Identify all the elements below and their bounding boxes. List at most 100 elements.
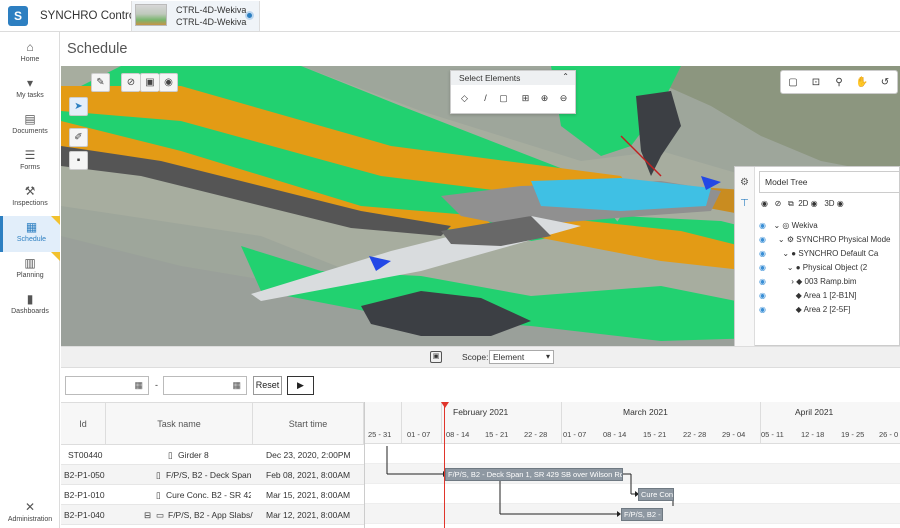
- app-title: SYNCHRO Control: [40, 10, 138, 22]
- hide-icon[interactable]: ⊘: [121, 73, 140, 92]
- project-tab[interactable]: CTRL-4D-Wekiva CTRL-4D-Wekiva: [131, 1, 260, 31]
- point-select-icon[interactable]: ◇: [457, 91, 472, 106]
- chart-icon: ▮: [26, 292, 34, 306]
- nav-item-administration[interactable]: ✕ Administration: [0, 496, 60, 528]
- scope-select[interactable]: Element: [489, 350, 554, 364]
- table-row[interactable]: B2-P1-040 ⊟ ▭ F/P/S, B2 - App Slabs/B Ma…: [61, 505, 364, 525]
- zoom-icon[interactable]: ⚲: [831, 75, 847, 91]
- eye-icon[interactable]: ◉: [759, 289, 769, 303]
- tree-toolbar: ◉ ⊘ ⧉ 2D ◉ 3D ◉: [761, 199, 844, 209]
- scope-bar: ▣ Scope: Element: [61, 346, 900, 368]
- nav-label: Planning: [16, 272, 44, 279]
- eye-3d-icon[interactable]: ◉: [837, 199, 844, 208]
- fit-view-icon[interactable]: ▢: [785, 75, 801, 91]
- left-nav: ⌂ Home ▾ My tasks ▤ Documents ☰ Forms ⚒ …: [0, 32, 60, 528]
- calendar-icon: ▥: [24, 256, 36, 270]
- nav-item-dashboards[interactable]: ▮ Dashboards: [0, 288, 60, 324]
- tree-row[interactable]: ◉ ◆ Area 2 [2-5F]: [759, 303, 900, 317]
- tree-row[interactable]: ◉ ⌄ ⚙ SYNCHRO Physical Mode: [759, 233, 900, 247]
- zoom-window-icon[interactable]: ⊡: [808, 75, 824, 91]
- nav-item-documents[interactable]: ▤ Documents: [0, 108, 60, 144]
- cell-task-name: F/P/S, B2 - Deck Span 1: [166, 470, 251, 480]
- eye-icon[interactable]: ◉: [759, 303, 769, 317]
- nav-item-planning[interactable]: ▥ Planning: [0, 252, 60, 288]
- nav-item-my-tasks[interactable]: ▾ My tasks: [0, 72, 60, 108]
- today-marker-icon: [441, 402, 449, 408]
- model-viewer[interactable]: ✎ ⊘ ▣ ◉ ➤ ✐ ▪ Select Elements ⌃ ◇ / ▢ ⊞ …: [61, 66, 900, 346]
- collapse-icon[interactable]: ⌃: [562, 72, 569, 81]
- measure-icon[interactable]: ✐: [69, 128, 88, 147]
- calendar-icon[interactable]: ▦: [232, 380, 241, 391]
- toggle-3d[interactable]: 3D: [824, 199, 834, 208]
- scope-label: Scope:: [462, 352, 489, 362]
- nav-item-schedule[interactable]: ▦ Schedule: [0, 216, 60, 252]
- gantt-chart[interactable]: February 2021 March 2021 April 2021 25 -…: [364, 402, 900, 528]
- eye-2d-icon[interactable]: ◉: [811, 199, 818, 208]
- add-select-icon[interactable]: ⊕: [537, 91, 552, 106]
- remove-select-icon[interactable]: ⊖: [556, 91, 571, 106]
- cell-id: ST00440: [68, 450, 103, 460]
- line-select-icon[interactable]: /: [478, 91, 493, 106]
- home-icon: ⌂: [26, 40, 34, 54]
- tree-row[interactable]: ◉ › ◆ 003 Ramp.bim: [759, 275, 900, 289]
- cell-start-time: Feb 08, 2021, 8:00AM: [266, 470, 351, 480]
- tree-row[interactable]: ◉ ⌄ ● Physical Object (2: [759, 261, 900, 275]
- reset-button[interactable]: Reset: [253, 376, 282, 395]
- nav-item-inspections[interactable]: ⚒ Inspections: [0, 180, 60, 216]
- gantt-bar[interactable]: Cure Con: [638, 488, 674, 501]
- gantt-bar[interactable]: F/P/S, B2 - Deck Span 1, SR 429 SB over …: [445, 468, 623, 481]
- tools-icon: ✕: [24, 500, 36, 514]
- column-header-start-time[interactable]: Start time: [253, 403, 364, 445]
- tree-row[interactable]: ◉ ⌄ ● SYNCHRO Default Ca: [759, 247, 900, 261]
- eye-icon[interactable]: ◉: [759, 247, 769, 261]
- hierarchy-icon[interactable]: ⊤: [735, 198, 754, 209]
- collapse-icon[interactable]: ⊟: [144, 505, 151, 525]
- tree-row-label: Physical Object (2: [802, 263, 868, 272]
- edit-icon[interactable]: ✎: [91, 73, 110, 92]
- start-date-input[interactable]: ▦: [65, 376, 149, 395]
- table-row[interactable]: ST00440 ▯ Girder 8 Dec 23, 2020, 2:00PM: [61, 445, 364, 465]
- eye-icon[interactable]: ◉: [759, 233, 769, 247]
- nav-item-home[interactable]: ⌂ Home: [0, 36, 60, 72]
- task-grid: Id Task name Start time ST00440 ▯ Girder…: [61, 402, 364, 528]
- project-subname: CTRL-4D-Wekiva: [176, 17, 247, 27]
- pan-icon[interactable]: ✋: [854, 75, 870, 91]
- nav-label: Documents: [12, 128, 48, 135]
- eye-icon[interactable]: ◉: [759, 219, 769, 233]
- today-line: [444, 406, 445, 528]
- play-button[interactable]: ▶: [287, 376, 314, 395]
- isolate-icon[interactable]: ▣: [140, 73, 159, 92]
- project-thumbnail: [135, 4, 167, 26]
- tree-row[interactable]: ◉ ◆ Area 1 [2-B1N]: [759, 289, 900, 303]
- tree-row-label: Wekiva: [791, 221, 818, 230]
- table-row[interactable]: B2-P1-010 ▯ Cure Conc. B2 - SR 429 Mar 1…: [61, 485, 364, 505]
- cursor-icon[interactable]: ➤: [69, 97, 88, 116]
- tree-row[interactable]: ◉ ⌄ ◎ Wekiva: [759, 219, 900, 233]
- top-bar: S SYNCHRO Control CTRL-4D-Wekiva CTRL-4D…: [0, 0, 900, 32]
- table-row[interactable]: B2-P1-050 ▯ F/P/S, B2 - Deck Span 1 Feb …: [61, 465, 364, 485]
- eye-icon[interactable]: ◉: [759, 261, 769, 275]
- gantt-bar[interactable]: F/P/S, B2 -: [621, 508, 663, 521]
- clipboard-icon[interactable]: ▪: [69, 151, 88, 170]
- visibility-icon[interactable]: ◉: [159, 73, 178, 92]
- column-header-task-name[interactable]: Task name: [106, 403, 253, 445]
- hide-all-icon[interactable]: ⊘: [775, 199, 782, 208]
- show-icon[interactable]: ◉: [761, 199, 768, 208]
- snapshot-icon[interactable]: ▣: [430, 351, 442, 363]
- settings-icon[interactable]: ⚙: [735, 177, 754, 188]
- cell-id: B2-P1-010: [64, 490, 105, 500]
- calendar-icon[interactable]: ▦: [134, 380, 143, 391]
- nav-item-forms[interactable]: ☰ Forms: [0, 144, 60, 180]
- eye-icon[interactable]: ◉: [759, 275, 769, 289]
- cell-task-name: Cure Conc. B2 - SR 429: [166, 490, 251, 500]
- end-date-input[interactable]: ▦: [163, 376, 247, 395]
- cell-id: B2-P1-040: [64, 510, 105, 520]
- rotate-icon[interactable]: ↺: [877, 75, 893, 91]
- select-elements-title: Select Elements: [451, 71, 575, 85]
- box-select-icon[interactable]: ▢: [496, 91, 511, 106]
- layers-icon[interactable]: ⧉: [788, 199, 794, 208]
- hierarchy-select-icon[interactable]: ⊞: [518, 91, 533, 106]
- toggle-2d[interactable]: 2D: [798, 199, 808, 208]
- column-header-id[interactable]: Id: [61, 403, 106, 445]
- tree-row-label: 003 Ramp.bim: [804, 277, 857, 286]
